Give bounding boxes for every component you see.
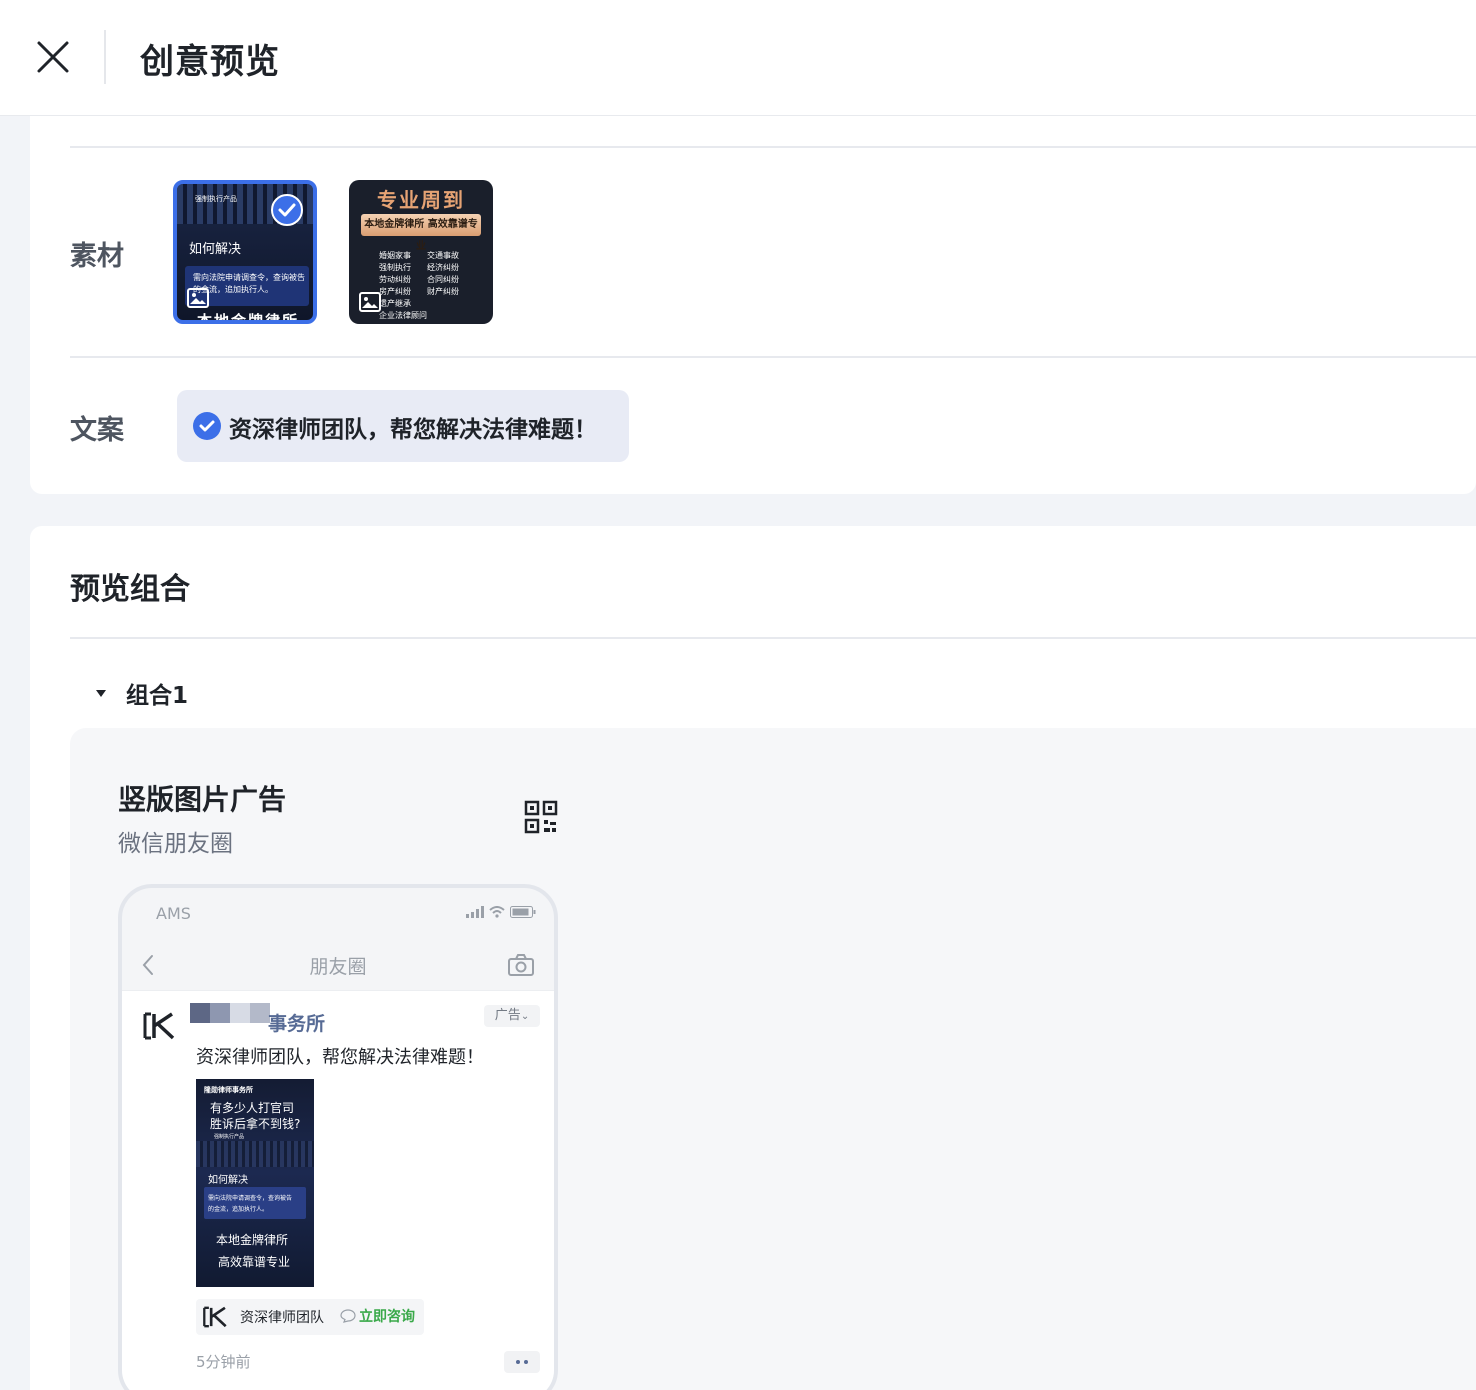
cta-bar[interactable]: 资深律师团队 立即咨询	[196, 1299, 424, 1335]
section-title: 预览组合	[70, 572, 190, 607]
close-button[interactable]	[28, 32, 78, 82]
consult-button[interactable]: 立即咨询	[340, 1306, 415, 1326]
divider	[70, 146, 1476, 148]
thumbnail-text: 需向法院申请调查令，查询被告的金流，追加执行人。	[193, 273, 305, 294]
image-text: 强制执行产品	[214, 1134, 245, 1140]
status-icons	[466, 906, 536, 918]
copy-option[interactable]: 资深律师团队，帮您解决法律难题！	[177, 390, 629, 462]
thumbnail-list-item: 合同纠纷	[427, 275, 459, 284]
image-decoration	[196, 1141, 314, 1167]
thumbnail-text: 强制执行产品	[195, 195, 237, 203]
thumbnail-band: 本地金牌律所 高效靠谱专业	[361, 214, 481, 252]
thumbnail-text: 如何解决	[189, 242, 242, 257]
image-text: 胜诉后拿不到钱?	[210, 1117, 301, 1131]
ad-tag-label: 广告	[494, 1008, 521, 1023]
thumbnail-list-item: 交通事故	[427, 251, 459, 260]
blurred-account-name	[190, 1003, 270, 1023]
divider	[70, 356, 1476, 358]
post-time: 5分钟前	[196, 1353, 251, 1371]
divider	[70, 637, 1476, 639]
copy-label: 文案	[70, 415, 124, 446]
image-text: 隆勋律师事务所	[204, 1086, 253, 1094]
thumbnail-list-item: 房产纠纷	[379, 287, 411, 296]
caret-down-icon	[96, 690, 106, 697]
thumbnail-list-item: 企业法律顾问	[379, 311, 427, 320]
qr-code-icon[interactable]	[524, 800, 558, 834]
thumbnail-list-item: 遗产继承	[379, 299, 411, 308]
thumbnail-list: 婚姻家事 交通事故 强制执行 经济纠纷 劳动纠纷 合同纠纷 房产纠纷 财产纠纷 遗产继承…	[379, 250, 479, 322]
post-image[interactable]: 隆勋律师事务所 有多少人打官司 胜诉后拿不到钱? 强制执行产品 如何解决 需向法…	[196, 1079, 314, 1287]
top-bar: 创意预览	[0, 0, 1476, 116]
image-text: 如何解决	[208, 1175, 248, 1186]
creative-selection-card: 素材 强制执行产品 如何解决 需向法院申请调查令，查询被告的金流，追加执行人。 …	[30, 116, 1476, 494]
materials-label: 素材	[70, 241, 124, 272]
brand-logo	[203, 1306, 227, 1328]
dot-icon	[524, 1360, 528, 1364]
thumbnail-list-item: 财产纠纷	[427, 287, 459, 296]
more-options-button[interactable]	[504, 1351, 540, 1373]
image-text: 的金流，追加执行人。	[208, 1206, 269, 1213]
thumbnail-list-item: 劳动纠纷	[379, 275, 411, 284]
group-toggle[interactable]: 组合1	[94, 676, 188, 710]
thumbnail-title: 专业周到	[377, 188, 465, 212]
carrier-label: AMS	[156, 904, 191, 923]
ad-tag[interactable]: 广告⌄	[484, 1005, 540, 1027]
thumbnail-list-item: 婚姻家事	[379, 251, 411, 260]
close-icon	[37, 41, 69, 73]
thumbnail-list-item: 经济纠纷	[427, 263, 459, 272]
chat-bubble-icon	[340, 1309, 356, 1323]
ad-type-title: 竖版图片广告	[118, 783, 287, 816]
moments-feed: 事务所 广告⌄ 资深律师团队，帮您解决法律难题！ 隆勋律师事务所 有多少人打官司…	[122, 990, 554, 1390]
ad-platform: 微信朋友圈	[118, 831, 233, 857]
page-title: 创意预览	[140, 42, 280, 82]
wifi-icon	[489, 906, 505, 918]
chevron-down-icon: ⌄	[520, 1011, 530, 1022]
phone-mockup: AMS 朋友圈 事务所 广告⌄ 资深律师团队，帮您解决法律难题！ 隆勋律师事务所…	[118, 884, 558, 1390]
image-icon	[187, 288, 209, 308]
battery-icon	[510, 906, 536, 918]
material-thumbnail-2[interactable]: 专业周到 本地金牌律所 高效靠谱专业 婚姻家事 交通事故 强制执行 经济纠纷 劳动纠…	[349, 180, 493, 324]
material-thumbnail-1[interactable]: 强制执行产品 如何解决 需向法院申请调查令，查询被告的金流，追加执行人。 本地金…	[173, 180, 317, 324]
post-text: 资深律师团队，帮您解决法律难题！	[196, 1047, 484, 1068]
account-logo	[143, 1012, 175, 1040]
consult-button-label: 立即咨询	[359, 1309, 415, 1325]
image-text: 高效靠谱专业	[218, 1255, 291, 1269]
copy-option-text: 资深律师团队，帮您解决法律难题！	[229, 417, 597, 443]
signal-icon	[466, 906, 484, 918]
camera-icon[interactable]	[508, 954, 534, 976]
selected-check-icon	[193, 412, 221, 440]
thumbnail-text: 本地金牌律所	[197, 312, 300, 324]
image-text: 有多少人打官司	[210, 1101, 295, 1115]
image-icon	[359, 292, 381, 312]
cta-brand-name: 资深律师团队	[240, 1310, 324, 1326]
image-text: 本地金牌律所	[216, 1233, 289, 1247]
image-text: 需向法院申请调查令，查询被告	[208, 1195, 293, 1202]
moments-title: 朋友圈	[309, 956, 367, 978]
image-textbox: 需向法院申请调查令，查询被告 的金流，追加执行人。	[204, 1187, 306, 1219]
account-name[interactable]: 事务所	[268, 1009, 325, 1036]
preview-combination-card: 预览组合 组合1 竖版图片广告 微信朋友圈 AMS 朋友圈 事务所 广告⌄ 资深…	[30, 526, 1476, 1390]
thumbnail-list-item: 强制执行	[379, 263, 411, 272]
group-label: 组合1	[126, 683, 189, 709]
dot-icon	[516, 1360, 520, 1364]
selected-check-icon	[271, 194, 303, 226]
preview-panel: 竖版图片广告 微信朋友圈 AMS 朋友圈 事务所 广告⌄ 资深律师团队，帮您解决…	[70, 728, 1476, 1390]
header-divider	[104, 30, 106, 84]
